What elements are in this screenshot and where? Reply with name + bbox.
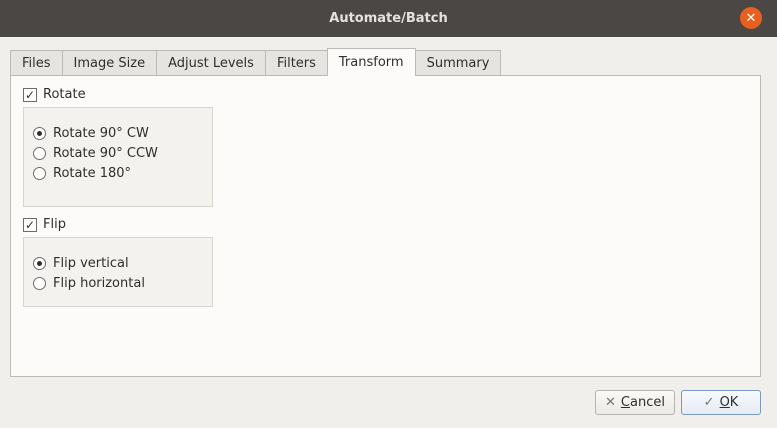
cancel-button[interactable]: ✕ Cancel — [595, 390, 675, 415]
rotate-options-group: Rotate 90° CW Rotate 90° CCW Rotate 180° — [23, 107, 213, 207]
tab-summary[interactable]: Summary — [414, 50, 502, 75]
radio-flip-vertical[interactable]: Flip vertical — [33, 256, 129, 271]
tab-bar: Files Image Size Adjust Levels Filters T… — [10, 48, 502, 76]
tab-label: Files — [22, 55, 51, 71]
radio-rotate-90-cw[interactable]: Rotate 90° CW — [33, 126, 149, 141]
radio-selected-icon — [33, 127, 46, 140]
rotate-label: Rotate — [43, 87, 86, 102]
title-bar: Automate/Batch ✕ — [0, 0, 777, 37]
ok-button[interactable]: ✓ OK — [681, 390, 761, 415]
cancel-icon: ✕ — [605, 395, 616, 410]
tab-label: Image Size — [73, 55, 146, 71]
radio-rotate-90-ccw[interactable]: Rotate 90° CCW — [33, 146, 158, 161]
tab-label: Adjust Levels — [168, 55, 254, 71]
radio-label: Flip vertical — [53, 256, 129, 271]
close-button[interactable]: ✕ — [740, 7, 762, 29]
ok-mnemonic: O — [719, 395, 730, 410]
tab-filters[interactable]: Filters — [264, 50, 328, 75]
tab-image-size[interactable]: Image Size — [61, 50, 158, 75]
radio-selected-icon — [33, 257, 46, 270]
cancel-mnemonic: C — [620, 395, 630, 410]
cancel-label: ancel — [630, 395, 665, 410]
flip-options-group: Flip vertical Flip horizontal — [23, 237, 213, 307]
radio-label: Rotate 180° — [53, 166, 132, 181]
checkmark-icon: ✓ — [23, 87, 37, 102]
close-icon: ✕ — [745, 10, 757, 26]
tab-adjust-levels[interactable]: Adjust Levels — [156, 50, 266, 75]
tab-label: Transform — [338, 55, 404, 70]
radio-unselected-icon — [33, 277, 46, 290]
radio-unselected-icon — [33, 167, 46, 180]
radio-unselected-icon — [33, 147, 46, 160]
window-title: Automate/Batch — [329, 11, 448, 26]
flip-label: Flip — [43, 217, 66, 232]
rotate-checkbox[interactable]: ✓ Rotate — [23, 87, 86, 102]
radio-label: Rotate 90° CW — [53, 126, 149, 141]
ok-label: K — [729, 395, 739, 410]
tab-files[interactable]: Files — [10, 50, 63, 75]
tab-label: Summary — [426, 55, 490, 71]
flip-checkbox[interactable]: ✓ Flip — [23, 217, 66, 232]
radio-label: Flip horizontal — [53, 276, 145, 291]
transform-panel: ✓ Rotate Rotate 90° CW Rotate 90° CCW Ro… — [10, 75, 761, 377]
tab-transform[interactable]: Transform — [326, 48, 416, 76]
check-icon: ✓ — [703, 395, 715, 410]
checkmark-icon: ✓ — [23, 217, 37, 232]
radio-label: Rotate 90° CCW — [53, 146, 158, 161]
radio-rotate-180[interactable]: Rotate 180° — [33, 166, 131, 181]
radio-flip-horizontal[interactable]: Flip horizontal — [33, 276, 145, 291]
tab-label: Filters — [276, 55, 316, 71]
